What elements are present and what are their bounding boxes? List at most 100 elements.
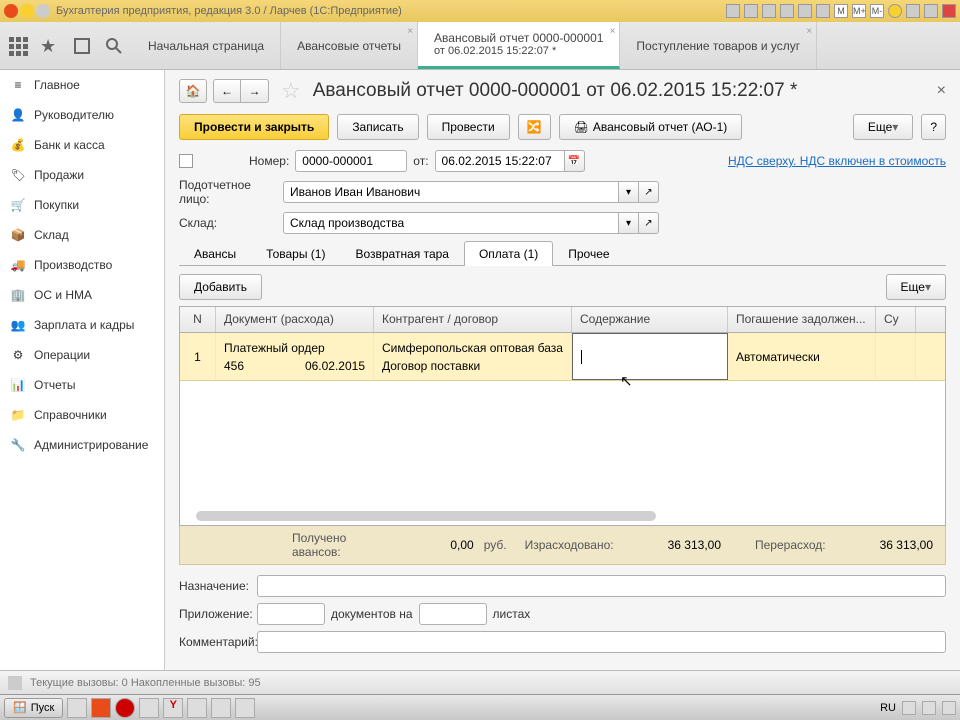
sidebar-item-manager[interactable]: 👤Руководителю (0, 100, 164, 130)
sidebar-item-admin[interactable]: 🔧Администрирование (0, 430, 164, 460)
cell-sum[interactable] (876, 333, 916, 380)
dropdown-icon[interactable]: ▾ (619, 181, 639, 203)
col-counterparty[interactable]: Контрагент / договор (374, 307, 572, 332)
date-field[interactable] (435, 150, 565, 172)
tab-home[interactable]: Начальная страница (132, 22, 281, 69)
tb-icon[interactable] (744, 4, 758, 18)
tray-icon[interactable] (902, 701, 916, 715)
tab-expense-report[interactable]: Авансовый отчет 0000-000001от 06.02.2015… (418, 22, 620, 69)
purpose-field[interactable] (257, 575, 946, 597)
save-button[interactable]: Записать (337, 114, 418, 140)
number-field[interactable] (295, 150, 407, 172)
tray-icon[interactable] (922, 701, 936, 715)
tb-icon[interactable] (798, 4, 812, 18)
sidebar-item-production[interactable]: 🚚Производство (0, 250, 164, 280)
cell-doc[interactable]: Платежный ордер 45606.02.2015 (216, 333, 374, 380)
star-icon[interactable]: ★ (40, 36, 60, 56)
sidebar-item-warehouse[interactable]: 📦Склад (0, 220, 164, 250)
horizontal-scrollbar[interactable] (196, 511, 656, 521)
tb-icon[interactable] (780, 4, 794, 18)
tab-returnable[interactable]: Возвратная тара (340, 241, 464, 266)
tb-m-icon[interactable]: M (834, 4, 848, 18)
tb-m-minus-icon[interactable]: M- (870, 4, 884, 18)
tab-close-icon[interactable]: × (407, 26, 413, 37)
cell-repayment[interactable]: Автоматически (728, 333, 876, 380)
cell-counterparty[interactable]: Симферопольская оптовая база Договор пос… (374, 333, 572, 380)
calendar-icon[interactable]: 📅 (565, 150, 585, 172)
sidebar-item-catalogs[interactable]: 📁Справочники (0, 400, 164, 430)
apps-icon[interactable] (8, 36, 28, 56)
minimize-icon[interactable] (906, 4, 920, 18)
taskbar-item[interactable]: Y (163, 698, 183, 718)
taskbar-item[interactable] (139, 698, 159, 718)
close-icon[interactable] (942, 4, 956, 18)
add-button[interactable]: Добавить (179, 274, 262, 300)
tb-icon[interactable] (726, 4, 740, 18)
forward-button[interactable]: → (241, 79, 269, 103)
tab-reports[interactable]: Авансовые отчеты× (281, 22, 418, 69)
search-icon[interactable] (104, 36, 124, 56)
start-button[interactable]: 🪟 Пуск (4, 698, 63, 718)
help-button[interactable]: ? (921, 114, 946, 140)
traffic-icon[interactable] (20, 4, 34, 18)
language-indicator[interactable]: RU (880, 702, 896, 714)
tab-payment[interactable]: Оплата (1) (464, 241, 553, 266)
sidebar-item-main[interactable]: ≡Главное (0, 70, 164, 100)
taskbar-item[interactable] (211, 698, 231, 718)
sidebar-item-purchases[interactable]: 🛒Покупки (0, 190, 164, 220)
tab-goods[interactable]: Товары (1) (251, 241, 340, 266)
col-repayment[interactable]: Погашение задолжен... (728, 307, 876, 332)
tb-icon[interactable] (762, 4, 776, 18)
sidebar-item-sales[interactable]: 🏷Продажи (0, 160, 164, 190)
col-n[interactable]: N (180, 307, 216, 332)
sidebar-item-payroll[interactable]: 👥Зарплата и кадры (0, 310, 164, 340)
col-doc[interactable]: Документ (расхода) (216, 307, 374, 332)
tb-icon[interactable] (816, 4, 830, 18)
person-field[interactable] (283, 181, 619, 203)
taskbar-item[interactable] (91, 698, 111, 718)
sidebar-item-operations[interactable]: ⚙Операции (0, 340, 164, 370)
tab-other[interactable]: Прочее (553, 241, 624, 266)
dt-kt-button[interactable]: 🔀 (518, 114, 551, 140)
info-icon[interactable] (888, 4, 902, 18)
open-icon[interactable]: ↗ (639, 181, 659, 203)
taskbar-item[interactable] (235, 698, 255, 718)
favorite-icon[interactable]: ☆ (281, 78, 301, 104)
table-more-button[interactable]: Еще (886, 274, 946, 300)
dropdown-icon[interactable]: ▾ (619, 212, 639, 234)
warehouse-field[interactable] (283, 212, 619, 234)
more-button[interactable]: Еще (853, 114, 913, 140)
checkbox[interactable] (179, 154, 193, 168)
cell-content-editing[interactable] (572, 333, 728, 380)
maximize-icon[interactable] (924, 4, 938, 18)
tb-m-plus-icon[interactable]: M+ (852, 4, 866, 18)
sidebar-item-assets[interactable]: 🏢ОС и НМА (0, 280, 164, 310)
taskbar-item[interactable] (187, 698, 207, 718)
tab-close-icon[interactable]: × (610, 26, 616, 37)
sidebar-item-bank[interactable]: 💰Банк и касса (0, 130, 164, 160)
taskbar-item[interactable] (115, 698, 135, 718)
close-page-button[interactable]: × (937, 82, 946, 100)
docs-count-field[interactable] (257, 603, 325, 625)
traffic-icon[interactable] (36, 4, 50, 18)
over-label: Перерасход: (755, 538, 826, 552)
back-button[interactable]: ← (213, 79, 241, 103)
tab-goods-receipt[interactable]: Поступление товаров и услуг× (620, 22, 817, 69)
vat-link[interactable]: НДС сверху. НДС включен в стоимость (728, 154, 946, 168)
tab-advances[interactable]: Авансы (179, 241, 251, 266)
col-sum[interactable]: Су (876, 307, 916, 332)
print-button[interactable]: 🖨 Авансовый отчет (АО-1) (559, 114, 743, 140)
tab-close-icon[interactable]: × (806, 26, 812, 37)
col-content[interactable]: Содержание (572, 307, 728, 332)
tray-icon[interactable] (942, 701, 956, 715)
post-button[interactable]: Провести (427, 114, 510, 140)
comment-field[interactable] (257, 631, 946, 653)
table-row[interactable]: 1 Платежный ордер 45606.02.2015 Симфероп… (180, 333, 945, 381)
taskbar-item[interactable] (67, 698, 87, 718)
sidebar-item-reports[interactable]: 📊Отчеты (0, 370, 164, 400)
open-icon[interactable]: ↗ (639, 212, 659, 234)
post-close-button[interactable]: Провести и закрыть (179, 114, 329, 140)
home-button[interactable]: 🏠 (179, 79, 207, 103)
sheets-count-field[interactable] (419, 603, 487, 625)
history-icon[interactable] (72, 36, 92, 56)
